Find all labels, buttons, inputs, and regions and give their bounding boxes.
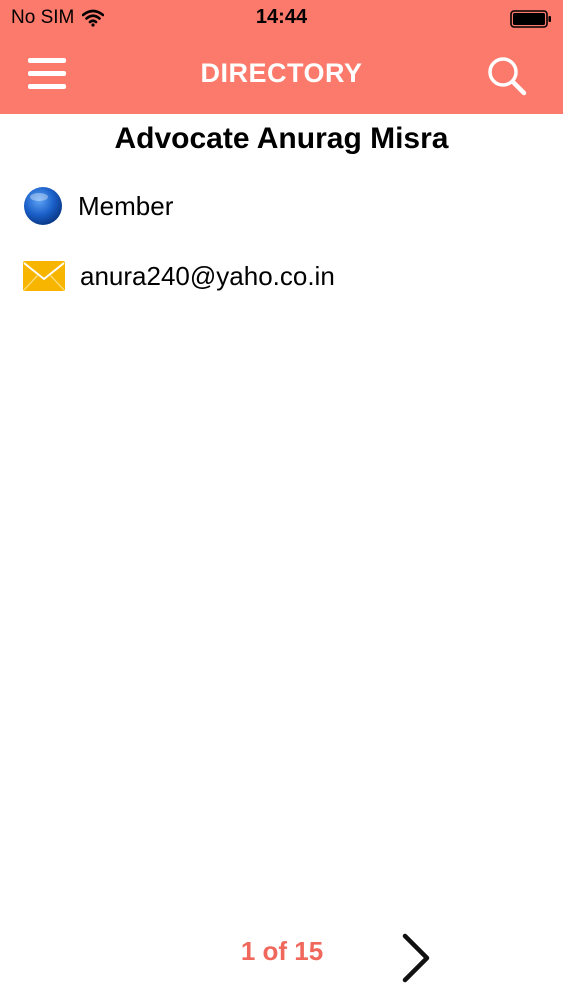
page-title: DIRECTORY — [200, 58, 363, 88]
directory-screen: No SIM 14:44 DIRECTORY Advocate Anurag M… — [0, 0, 563, 1000]
email-row[interactable]: anura240@yaho.co.in — [22, 257, 335, 295]
status-bar: No SIM 14:44 — [0, 0, 563, 38]
email-link[interactable]: anura240@yaho.co.in — [80, 261, 335, 292]
chevron-right-icon[interactable] — [395, 930, 439, 986]
battery-icon — [510, 10, 551, 28]
pagination: 1 of 15 — [0, 930, 563, 990]
app-header: No SIM 14:44 DIRECTORY — [0, 0, 563, 114]
envelope-icon — [23, 261, 65, 291]
navigation-bar: DIRECTORY — [0, 38, 563, 114]
globe-icon — [24, 187, 62, 225]
member-type: Member — [78, 190, 174, 221]
page-indicator: 1 of 15 — [240, 936, 324, 966]
member-name: Advocate Anurag Misra — [114, 122, 449, 155]
status-time: 14:44 — [255, 6, 308, 28]
member-type-row: Member — [22, 185, 173, 227]
search-icon[interactable] — [485, 54, 529, 98]
